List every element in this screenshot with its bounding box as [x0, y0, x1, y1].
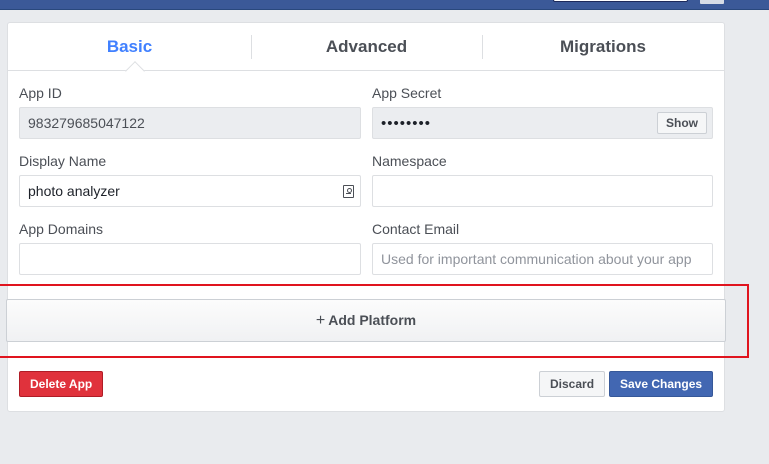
app-domains-field[interactable]: [19, 243, 361, 275]
display-name-field[interactable]: photo analyzer: [19, 175, 361, 207]
app-id-label: App ID: [19, 85, 62, 101]
contact-card-icon[interactable]: [343, 185, 354, 198]
app-secret-value: ••••••••: [381, 115, 432, 132]
discard-button[interactable]: Discard: [539, 371, 606, 397]
show-secret-button[interactable]: Show: [657, 112, 707, 134]
app-secret-field: •••••••• Show: [372, 107, 713, 139]
contact-email-field[interactable]: Used for important communication about y…: [372, 243, 713, 275]
tab-advanced[interactable]: Advanced: [251, 23, 482, 71]
app-domains-label: App Domains: [19, 221, 104, 237]
search-input[interactable]: [553, 0, 688, 2]
delete-app-button[interactable]: Delete App: [19, 371, 104, 397]
save-changes-button[interactable]: Save Changes: [609, 371, 714, 397]
display-name-value: photo analyzer: [28, 183, 120, 199]
namespace-field[interactable]: [372, 175, 713, 207]
highlight-annotation: [0, 284, 749, 358]
tab-basic[interactable]: Basic: [8, 23, 251, 71]
tab-bar: Basic Advanced Migrations: [8, 23, 724, 81]
avatar[interactable]: [700, 0, 724, 4]
namespace-label: Namespace: [372, 153, 447, 169]
app-id-field: 983279685047122: [19, 107, 361, 139]
top-nav-bar: [0, 0, 769, 10]
contact-email-label: Contact Email: [372, 221, 460, 237]
display-name-label: Display Name: [19, 153, 107, 169]
tab-migrations[interactable]: Migrations: [482, 23, 724, 71]
app-secret-label: App Secret: [372, 85, 442, 101]
